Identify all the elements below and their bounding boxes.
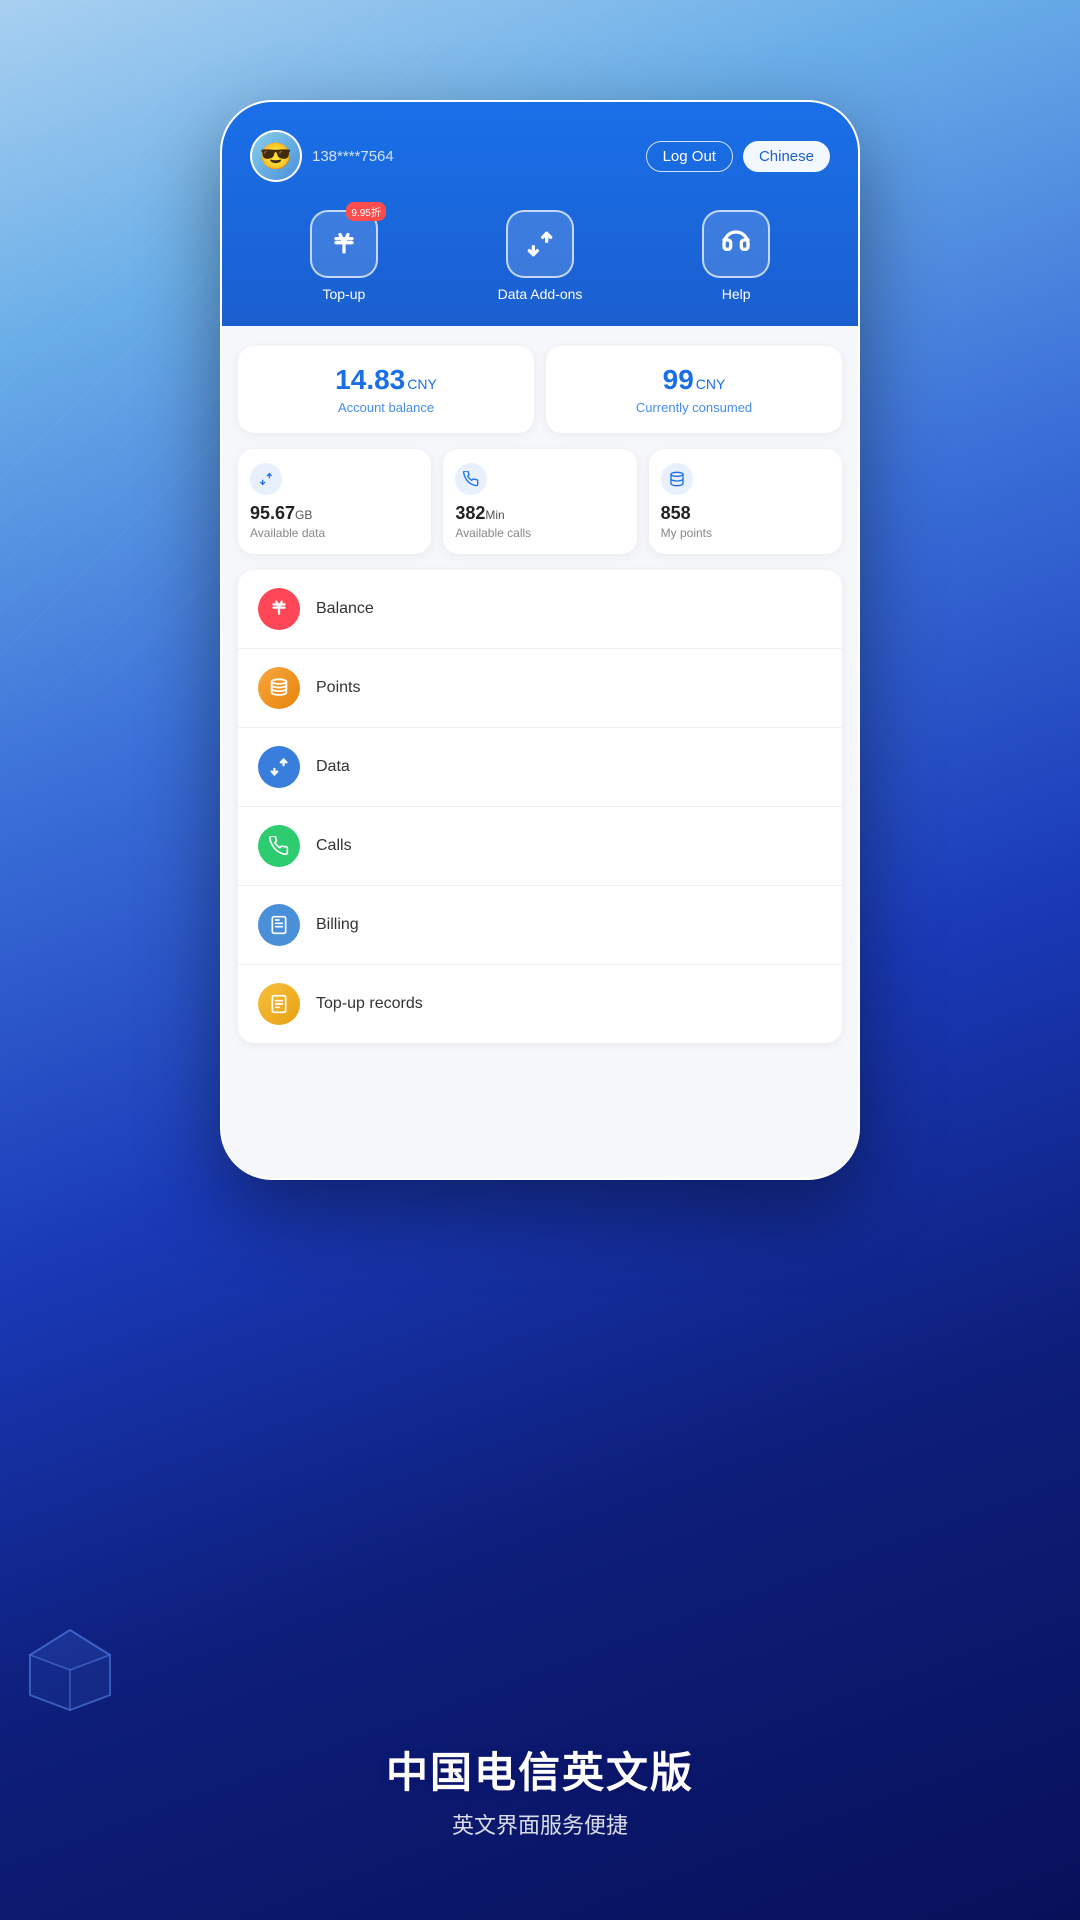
app-header: 😎 138****7564 Log Out Chinese (222, 102, 858, 326)
bottom-text-block: 中国电信英文版 英文界面服务便捷 (386, 1739, 694, 1840)
my-points-card: 858 My points (649, 449, 842, 554)
available-calls-value: 382Min (455, 503, 624, 524)
my-points-icon (661, 463, 693, 495)
phone-mockup: 😎 138****7564 Log Out Chinese (220, 100, 860, 1180)
data-addons-action[interactable]: Data Add-ons (498, 210, 583, 302)
data-icon (268, 756, 290, 778)
points-menu-item[interactable]: Points (238, 649, 842, 728)
available-data-label: Available data (250, 526, 419, 540)
balance-menu-icon (258, 588, 300, 630)
balance-menu-label: Balance (316, 600, 374, 618)
avatar: 😎 (250, 130, 302, 182)
available-calls-icon (455, 463, 487, 495)
yuan-icon (328, 228, 360, 260)
my-points-value: 858 (661, 503, 830, 524)
header-buttons: Log Out Chinese (646, 141, 830, 172)
stats-row: 95.67GB Available data 382Min Available … (238, 449, 842, 554)
billing-icon (269, 915, 289, 935)
avatar-face: 😎 (252, 132, 300, 180)
topup-label: Top-up (322, 286, 365, 302)
help-icon (702, 210, 770, 278)
points-menu-icon (258, 667, 300, 709)
points-icon (268, 677, 290, 699)
data-menu-label: Data (316, 758, 350, 776)
my-points-label: My points (661, 526, 830, 540)
calls-menu-item[interactable]: Calls (238, 807, 842, 886)
available-data-card: 95.67GB Available data (238, 449, 431, 554)
points-stat-icon (669, 471, 685, 487)
available-calls-card: 382Min Available calls (443, 449, 636, 554)
available-data-icon (250, 463, 282, 495)
data-menu-icon (258, 746, 300, 788)
quick-actions-bar: 9.95折 Top-up (250, 210, 830, 302)
data-addons-label: Data Add-ons (498, 286, 583, 302)
available-calls-label: Available calls (455, 526, 624, 540)
user-info: 😎 138****7564 (250, 130, 394, 182)
data-addons-icon (506, 210, 574, 278)
topup-icon-wrap: 9.95折 (310, 210, 378, 278)
balance-cards-row: 14.83CNY Account balance 99CNY Currently… (238, 346, 842, 433)
data-menu-item[interactable]: Data (238, 728, 842, 807)
bottom-subtitle: 英文界面服务便捷 (386, 1808, 694, 1840)
data-addons-icon-wrap (506, 210, 574, 278)
help-action[interactable]: Help (702, 210, 770, 302)
topup-records-icon (269, 994, 289, 1014)
help-icon-wrap (702, 210, 770, 278)
topup-badge: 9.95折 (346, 202, 385, 221)
headset-icon (720, 228, 752, 260)
consumed-balance-card: 99CNY Currently consumed (546, 346, 842, 433)
username-label: 138****7564 (312, 148, 394, 165)
calls-menu-icon (258, 825, 300, 867)
account-balance-amount: 14.83CNY (254, 364, 518, 396)
header-top-bar: 😎 138****7564 Log Out Chinese (250, 130, 830, 182)
consumed-balance-label: Currently consumed (562, 400, 826, 415)
balance-menu-item[interactable]: Balance (238, 570, 842, 649)
topup-records-menu-label: Top-up records (316, 995, 423, 1013)
menu-list: Balance Points (238, 570, 842, 1043)
topup-records-menu-item[interactable]: Top-up records (238, 965, 842, 1043)
logout-button[interactable]: Log Out (646, 141, 733, 172)
topup-records-menu-icon (258, 983, 300, 1025)
calls-icon (269, 836, 289, 856)
account-balance-label: Account balance (254, 400, 518, 415)
data-transfer-icon (524, 228, 556, 260)
consumed-balance-amount: 99CNY (562, 364, 826, 396)
billing-menu-label: Billing (316, 916, 359, 934)
data-stat-icon (258, 471, 274, 487)
balance-icon (268, 598, 290, 620)
cube-decoration (20, 1620, 120, 1720)
points-menu-label: Points (316, 679, 360, 697)
topup-action[interactable]: 9.95折 Top-up (310, 210, 378, 302)
language-button[interactable]: Chinese (743, 141, 830, 172)
calls-menu-label: Calls (316, 837, 352, 855)
phone-body: 14.83CNY Account balance 99CNY Currently… (222, 326, 858, 1180)
bottom-title: 中国电信英文版 (386, 1739, 694, 1800)
phone-screen: 😎 138****7564 Log Out Chinese (220, 100, 860, 1180)
billing-menu-item[interactable]: Billing (238, 886, 842, 965)
billing-menu-icon (258, 904, 300, 946)
account-balance-card: 14.83CNY Account balance (238, 346, 534, 433)
phone-stat-icon (463, 471, 479, 487)
available-data-value: 95.67GB (250, 503, 419, 524)
help-label: Help (722, 286, 751, 302)
